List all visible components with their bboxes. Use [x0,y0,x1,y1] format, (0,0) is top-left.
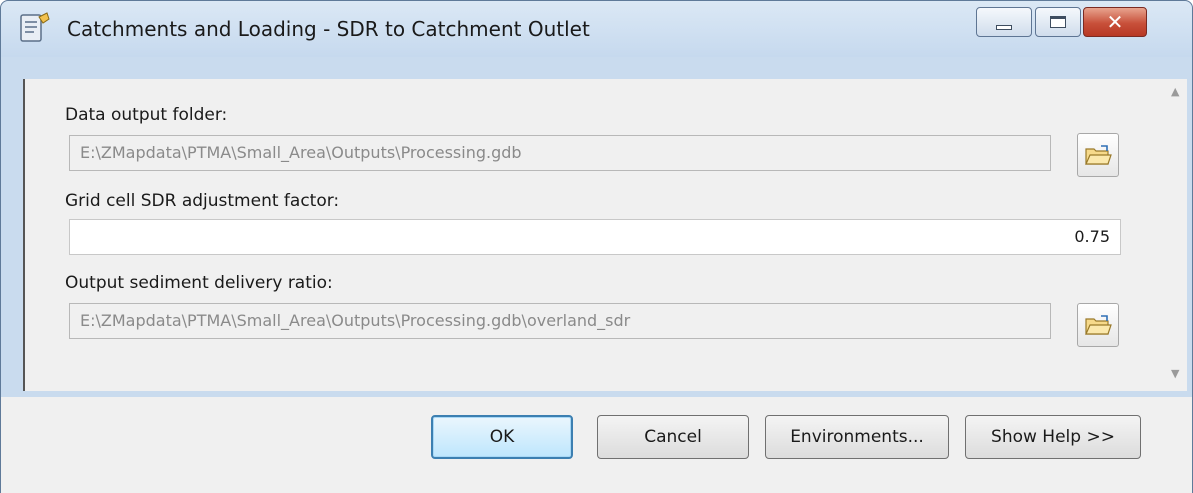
parameters-panel: Data output folder: E:\ZMapdata\PTMA\Sma… [23,79,1187,391]
button-bar: OK Cancel Environments... Show Help >> [1,397,1192,493]
data-output-folder-label: Data output folder: [65,105,228,125]
show-help-button[interactable]: Show Help >> [965,415,1141,459]
open-folder-icon [1085,145,1112,165]
title-bar[interactable]: Catchments and Loading - SDR to Catchmen… [1,1,1192,57]
minimize-icon [996,24,1012,30]
output-sdr-label: Output sediment delivery ratio: [65,273,333,293]
sdr-adjustment-factor-label: Grid cell SDR adjustment factor: [65,191,340,211]
tool-script-icon [20,12,50,42]
output-sdr-input: E:\ZMapdata\PTMA\Small_Area\Outputs\Proc… [69,303,1051,339]
window-title: Catchments and Loading - SDR to Catchmen… [67,17,590,41]
vertical-scrollbar[interactable]: ▲ ▼ [1165,79,1189,391]
minimize-button[interactable] [976,7,1032,37]
sdr-adjustment-factor-input[interactable]: 0.75 [69,219,1121,255]
cancel-button[interactable]: Cancel [597,415,749,459]
maximize-button[interactable] [1035,7,1081,37]
close-button[interactable]: ✕ [1083,7,1147,37]
open-folder-icon [1085,315,1112,335]
environments-button[interactable]: Environments... [765,415,949,459]
ok-button[interactable]: OK [431,415,573,459]
dialog-window: Catchments and Loading - SDR to Catchmen… [0,0,1193,493]
scroll-down-icon[interactable]: ▼ [1171,367,1179,380]
output-sdr-browse-button[interactable] [1077,303,1119,347]
close-icon: ✕ [1106,10,1124,34]
maximize-icon [1050,16,1066,28]
scroll-up-icon[interactable]: ▲ [1171,85,1179,98]
data-output-folder-input: E:\ZMapdata\PTMA\Small_Area\Outputs\Proc… [69,135,1051,171]
data-output-folder-browse-button[interactable] [1077,133,1119,177]
